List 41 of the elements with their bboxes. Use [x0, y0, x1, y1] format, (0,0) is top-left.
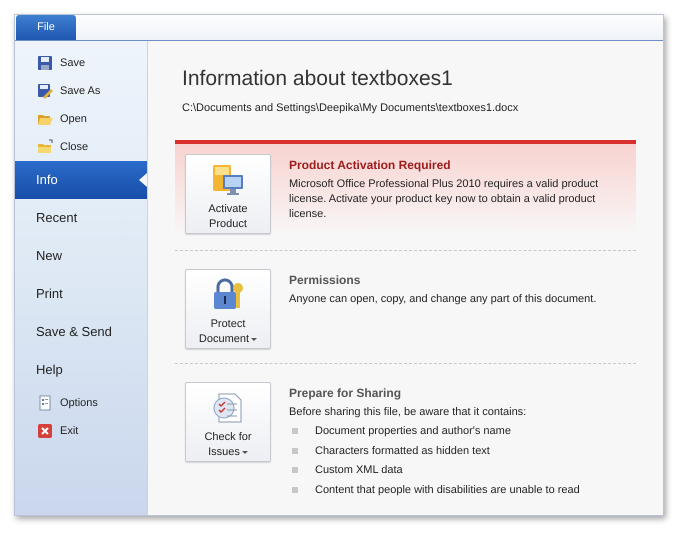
file-tab[interactable]: File: [16, 15, 76, 40]
section-title: Prepare for Sharing: [289, 385, 402, 402]
menu-item[interactable]: Save: [15, 49, 147, 77]
action-button[interactable]: Protect Document: [185, 269, 271, 349]
sidebar-tab[interactable]: Recent: [15, 199, 147, 237]
list-item: Document properties and author's name: [315, 424, 511, 439]
list-item: Characters formatted as hidden text: [315, 444, 490, 458]
dropdown-caret-icon: [242, 450, 248, 454]
padlock-key-icon: [211, 278, 245, 312]
list-item: Content that people with disabilities are unable to read: [315, 482, 580, 498]
page-title: Information about textboxes1: [181, 66, 454, 92]
file-path: C:\Documents and Settings\Deepika\My Documents\textboxes1.docx: [181, 100, 520, 116]
section-description: Anyone can open, copy, and change any part of this document.: [289, 292, 598, 307]
menu-item[interactable]: Exit: [15, 417, 147, 445]
folder-icon: [37, 139, 53, 155]
list-item: Custom XML data: [315, 463, 403, 478]
bullet-icon: [292, 486, 298, 493]
sidebar-tab[interactable]: Help: [15, 351, 147, 389]
action-button[interactable]: Check for Issues: [185, 382, 271, 462]
action-button[interactable]: Activate Product: [185, 154, 271, 234]
bullet-icon: [292, 448, 298, 454]
section-description: Microsoft Office Professional Plus 2010 requires a valid product license. Activate your product key now to obtain a valid product license.: [289, 177, 600, 222]
section-description: Before sharing this file, be aware that it contains:: [289, 405, 528, 420]
dropdown-caret-icon: [251, 338, 258, 342]
section-title: Product Activation Required: [289, 157, 452, 174]
section-title: Permissions: [289, 272, 362, 289]
selection-pointer-icon: [139, 173, 147, 187]
sidebar-tab[interactable]: Save & Send: [15, 313, 147, 351]
sidebar-tab[interactable]: New: [15, 237, 147, 275]
sidebar-tab[interactable]: Info: [15, 161, 147, 199]
close-icon: [37, 423, 53, 439]
sidebar-tab[interactable]: Print: [15, 275, 147, 313]
floppy-pencil-icon: [37, 83, 53, 99]
document-icon: [37, 395, 53, 411]
menu-item[interactable]: Options: [15, 389, 147, 417]
document-monitor-icon: [211, 163, 245, 197]
menu-item[interactable]: Close: [15, 133, 147, 161]
bullet-icon: [292, 428, 298, 434]
bullet-icon: [292, 467, 298, 474]
menu-item[interactable]: Open: [15, 105, 147, 133]
menu-item[interactable]: Save As: [15, 77, 147, 105]
